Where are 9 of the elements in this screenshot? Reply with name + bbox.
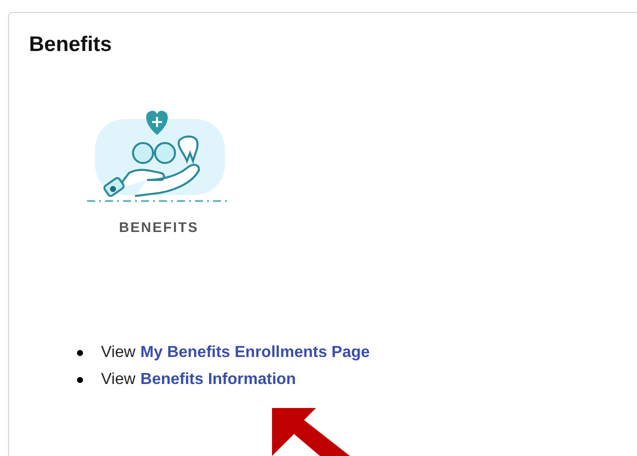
benefits-link[interactable]: My Benefits Enrollments Page [140,344,370,362]
bullet-icon [77,376,83,382]
tile-label: BENEFITS [119,219,199,235]
view-text: View [101,344,136,362]
benefits-hand-icon [87,109,229,205]
card-title: Benefits [29,33,113,57]
bullet-icon [77,350,83,356]
view-text: View [101,370,136,388]
benefits-link[interactable]: Benefits Information [140,370,296,388]
